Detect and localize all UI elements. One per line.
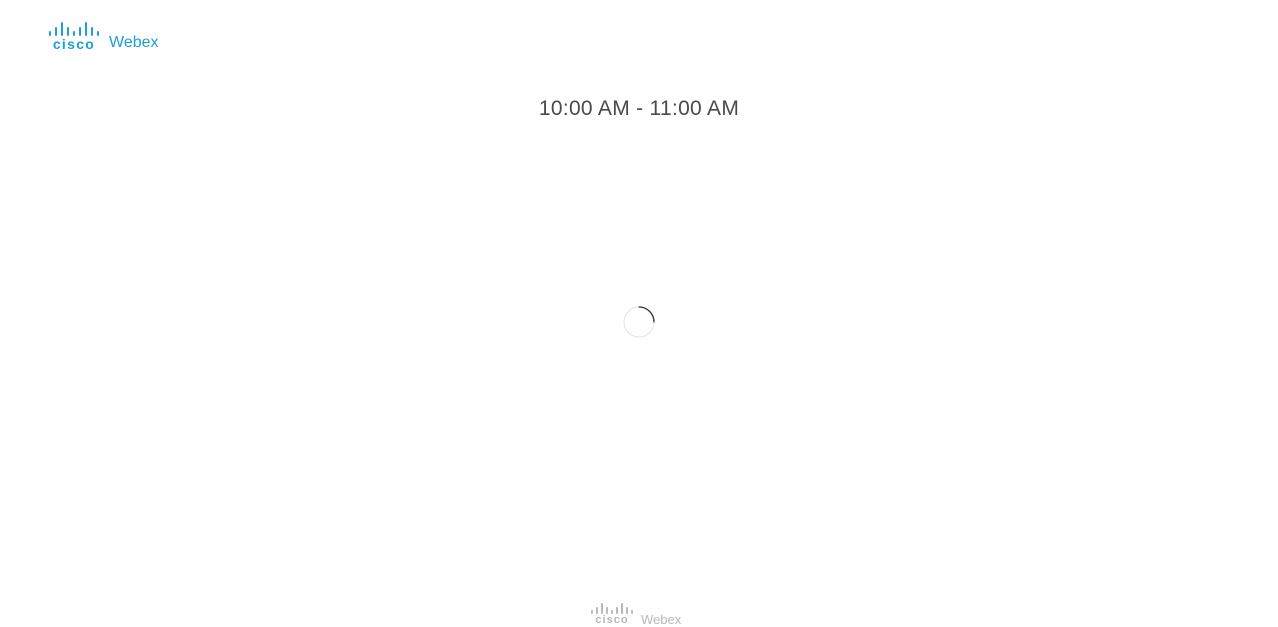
footer-cisco-bars-icon (591, 603, 633, 614)
page: cisco Webex 10:00 AM - 11:00 AM cisco We… (0, 0, 1278, 627)
footer-cisco-wordmark: cisco (595, 614, 629, 626)
footer-cisco-logo: cisco (591, 603, 633, 626)
cisco-wordmark: cisco (52, 36, 96, 52)
cisco-logo: cisco (49, 22, 99, 51)
meeting-time: 10:00 AM - 11:00 AM (538, 97, 740, 120)
spinner-icon (623, 306, 655, 338)
cisco-bars-icon (49, 22, 99, 36)
webex-wordmark: Webex (109, 34, 159, 51)
cisco-webex-logo: cisco Webex (49, 21, 159, 51)
footer-webex-wordmark: Webex (641, 612, 682, 627)
footer-cisco-webex-logo: cisco Webex (591, 603, 681, 626)
